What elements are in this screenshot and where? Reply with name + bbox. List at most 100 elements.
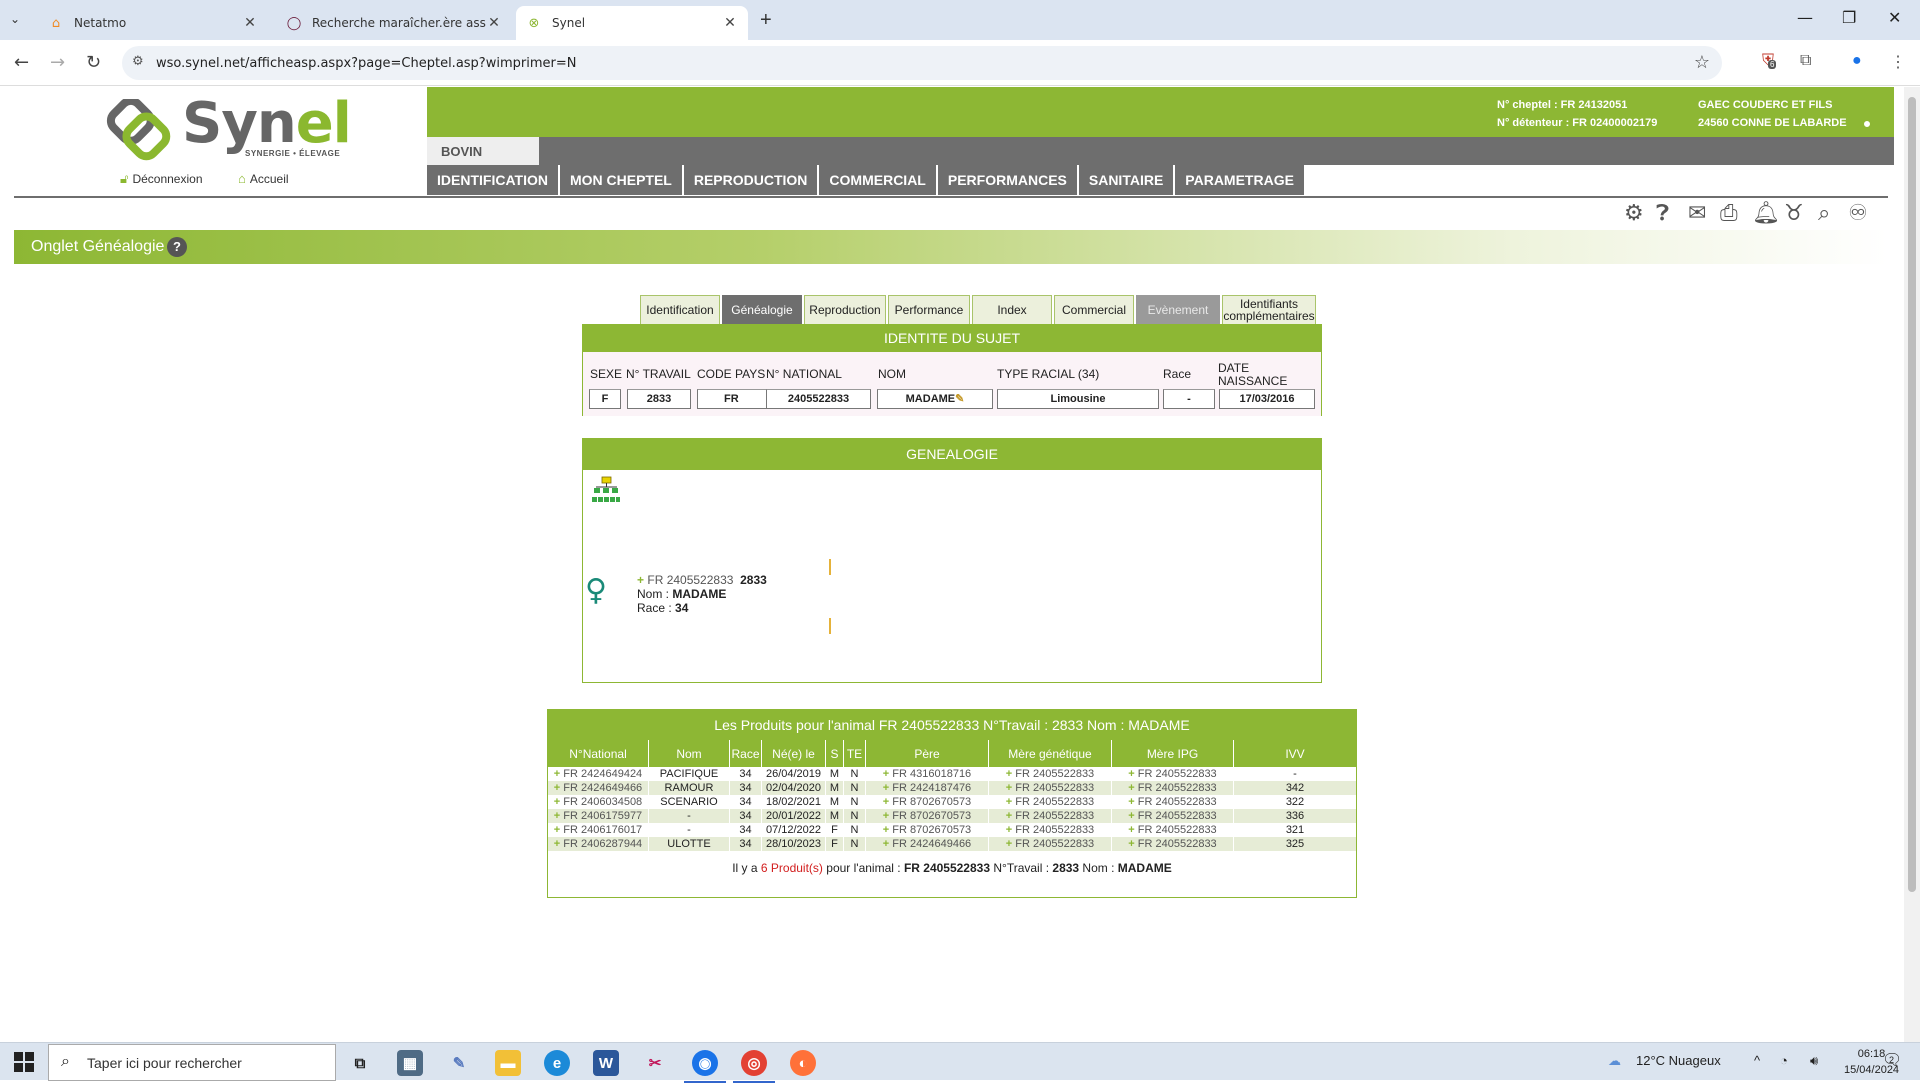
expand-plus-icon[interactable]: +: [554, 824, 563, 836]
expand-plus-icon[interactable]: +: [554, 782, 563, 794]
new-tab-icon[interactable]: +: [760, 9, 772, 32]
cell-mere_gen[interactable]: + FR 2405522833: [988, 837, 1111, 851]
menu-identification[interactable]: IDENTIFICATION: [427, 165, 558, 195]
menu-sanitaire[interactable]: SANITAIRE: [1078, 165, 1174, 195]
cell-mere_ipg[interactable]: + FR 2405522833: [1111, 767, 1233, 781]
menu-performances[interactable]: PERFORMANCES: [937, 165, 1077, 195]
pencil-edit-icon[interactable]: ✎: [955, 393, 964, 405]
address-bar[interactable]: ⚙ wso.synel.net/afficheasp.aspx?page=Che…: [122, 46, 1722, 80]
settings-dot-icon[interactable]: [1862, 119, 1872, 129]
subtab-commercial[interactable]: Commercial: [1054, 295, 1134, 325]
site-info-icon[interactable]: ⚙: [132, 54, 144, 69]
cell-pere[interactable]: + FR 4316018716: [865, 767, 988, 781]
subtab-performance[interactable]: Performance: [888, 295, 970, 325]
browser-menu-icon[interactable]: ⋮: [1890, 52, 1906, 72]
cell-national[interactable]: + FR 2424649466: [548, 781, 648, 795]
cell-national[interactable]: + FR 2406175977: [548, 809, 648, 823]
bookmark-star-icon[interactable]: ☆: [1694, 52, 1710, 73]
section-help-icon[interactable]: ?: [167, 237, 187, 257]
snipping-tool-icon[interactable]: ✂: [642, 1050, 668, 1076]
expand-plus-icon[interactable]: +: [554, 810, 563, 822]
home-link[interactable]: ⌂ Accueil: [238, 171, 289, 186]
taskbar-search[interactable]: ⌕ Taper ici pour rechercher: [48, 1044, 336, 1081]
tray-chevron-icon[interactable]: ^: [1754, 1053, 1760, 1068]
reload-icon[interactable]: ↻: [86, 52, 101, 73]
expand-plus-icon[interactable]: +: [554, 768, 563, 780]
browser-tab-synel[interactable]: ⊗ Synel ✕: [516, 6, 748, 40]
scrollbar-thumb[interactable]: [1908, 97, 1916, 892]
close-icon[interactable]: ✕: [722, 15, 738, 31]
restore-icon[interactable]: ❐: [1842, 8, 1856, 27]
expand-plus-icon[interactable]: +: [1128, 838, 1137, 850]
subtab-genealogie[interactable]: Généalogie: [722, 295, 802, 325]
menu-commercial[interactable]: COMMERCIAL: [819, 165, 936, 195]
tab-search-chevron-icon[interactable]: ⌄: [10, 12, 20, 26]
family-tree-icon[interactable]: [591, 476, 621, 506]
expand-plus-icon[interactable]: +: [554, 838, 563, 850]
genealogy-animal-card[interactable]: + FR 2405522833 2833 Nom : MADAME Race :…: [637, 573, 767, 615]
close-icon[interactable]: ✕: [486, 15, 502, 31]
expand-plus-icon[interactable]: +: [883, 782, 892, 794]
expand-plus-icon[interactable]: +: [1006, 838, 1015, 850]
cell-mere_ipg[interactable]: + FR 2405522833: [1111, 795, 1233, 809]
expand-plus-icon[interactable]: +: [883, 838, 892, 850]
handshake-icon[interactable]: ♾: [1848, 201, 1868, 226]
cell-pere[interactable]: + FR 8702670573: [865, 809, 988, 823]
expand-plus-icon[interactable]: +: [1128, 824, 1137, 836]
menu-parametrage[interactable]: PARAMETRAGE: [1175, 165, 1304, 195]
cell-mere_gen[interactable]: + FR 2405522833: [988, 823, 1111, 837]
logout-link[interactable]: 🔓︎ Déconnexion: [120, 171, 203, 187]
cell-national[interactable]: + FR 2406176017: [548, 823, 648, 837]
species-tab-bovin[interactable]: BOVIN: [427, 137, 539, 165]
expand-plus-icon[interactable]: +: [1128, 782, 1137, 794]
gear-icon[interactable]: ⚙: [1624, 201, 1644, 226]
expand-plus-icon[interactable]: +: [1128, 768, 1137, 780]
cow-icon[interactable]: ♉: [1784, 201, 1804, 226]
search-icon[interactable]: ⌕: [1818, 201, 1830, 226]
cell-mere_ipg[interactable]: + FR 2405522833: [1111, 823, 1233, 837]
bell-icon[interactable]: 🔔︎: [1752, 201, 1780, 226]
expand-plus-icon[interactable]: +: [1128, 810, 1137, 822]
close-icon[interactable]: ✕: [242, 15, 258, 31]
expand-plus-icon[interactable]: +: [883, 810, 892, 822]
windows-start-icon[interactable]: [14, 1052, 34, 1072]
chrome-icon[interactable]: ◎: [733, 1050, 775, 1083]
paint-icon[interactable]: ✎: [446, 1050, 472, 1076]
expand-plus-icon[interactable]: +: [883, 824, 892, 836]
synel-logo[interactable]: Synel SYNERGIE • ÉLEVAGE: [100, 91, 352, 165]
subtab-reproduction[interactable]: Reproduction: [804, 295, 886, 325]
expand-plus-icon[interactable]: +: [1006, 810, 1015, 822]
browser-tab-recherche[interactable]: ◯ Recherche maraîcher.ère associ ✕: [276, 6, 512, 40]
cell-pere[interactable]: + FR 8702670573: [865, 795, 988, 809]
menu-mon-cheptel[interactable]: MON CHEPTEL: [559, 165, 682, 195]
edge-icon[interactable]: e: [544, 1050, 570, 1076]
back-icon[interactable]: ←: [14, 52, 29, 73]
cell-mere_gen[interactable]: + FR 2405522833: [988, 767, 1111, 781]
expand-plus-icon[interactable]: +: [883, 768, 892, 780]
cell-national[interactable]: + FR 2424649424: [548, 767, 648, 781]
cell-mere_ipg[interactable]: + FR 2405522833: [1111, 809, 1233, 823]
weather-text[interactable]: 12°C Nuageux: [1636, 1053, 1721, 1068]
calculator-icon[interactable]: ▦: [397, 1050, 423, 1076]
subtab-index[interactable]: Index: [972, 295, 1052, 325]
browser-tab-netatmo[interactable]: ⌂ Netatmo ✕: [38, 6, 268, 40]
task-view-icon[interactable]: ⧉: [347, 1050, 373, 1076]
cell-mere_ipg[interactable]: + FR 2405522833: [1111, 837, 1233, 851]
cell-mere_ipg[interactable]: + FR 2405522833: [1111, 781, 1233, 795]
firefox-icon[interactable]: ◐: [790, 1050, 816, 1076]
print-icon[interactable]: ⎙: [1720, 201, 1738, 226]
help-icon[interactable]: ❓︎: [1656, 201, 1669, 226]
expand-plus-icon[interactable]: +: [1006, 796, 1015, 808]
expand-plus-icon[interactable]: +: [1006, 782, 1015, 794]
cell-pere[interactable]: + FR 8702670573: [865, 823, 988, 837]
file-explorer-icon[interactable]: ▬: [495, 1050, 521, 1076]
subtab-identifiants-complementaires[interactable]: Identifiants complémentaires: [1222, 295, 1316, 325]
extensions-puzzle-icon[interactable]: ⧉: [1800, 52, 1811, 70]
volume-icon[interactable]: 🔊︎: [1810, 1053, 1818, 1069]
cell-mere_gen[interactable]: + FR 2405522833: [988, 781, 1111, 795]
menu-reproduction[interactable]: REPRODUCTION: [683, 165, 818, 195]
expand-plus-icon[interactable]: +: [1128, 796, 1137, 808]
profile-avatar-icon[interactable]: ●: [1852, 52, 1862, 70]
cell-mere_gen[interactable]: + FR 2405522833: [988, 809, 1111, 823]
cell-national[interactable]: + FR 2406287944: [548, 837, 648, 851]
